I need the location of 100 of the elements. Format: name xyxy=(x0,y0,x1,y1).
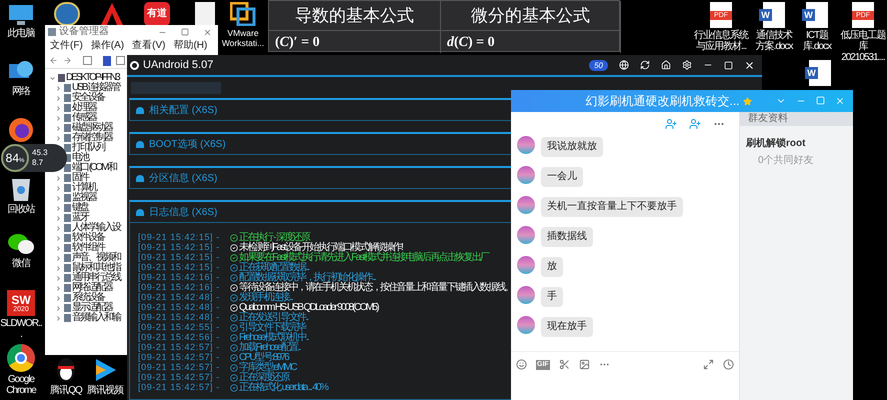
tree-item[interactable]: 蓝牙 xyxy=(72,213,88,223)
tree-item[interactable]: 通用串行总线 xyxy=(72,273,120,283)
chevron-right-icon[interactable] xyxy=(55,204,62,212)
desktop-icon-label[interactable]: VMware Workstati... xyxy=(218,28,268,48)
tree-item[interactable]: 键盘 xyxy=(72,203,88,213)
avatar[interactable] xyxy=(517,256,535,274)
scissors-icon[interactable] xyxy=(558,359,570,370)
globe-icon[interactable] xyxy=(619,60,629,70)
tree-item[interactable]: USB 连接器管 xyxy=(72,83,120,93)
desktop-icon-label[interactable]: 此电脑 xyxy=(8,28,34,39)
log-timestamp: [09-21 15:42:48] - xyxy=(138,312,221,324)
window-title: 设备管理器 xyxy=(59,27,109,37)
tree-item[interactable]: 人体学输入设 xyxy=(72,223,120,233)
log-message: 正在执行 - 深度还原 xyxy=(239,233,310,243)
log-timestamp: [09-21 15:42:16] - xyxy=(138,272,221,284)
desktop-icon-label[interactable]: ICT题库.docx xyxy=(797,30,837,52)
desktop-icon-label[interactable]: 腾讯视频 xyxy=(87,385,123,396)
section-title[interactable]: 相关配置 (X6S) xyxy=(149,103,218,118)
add-person-icon[interactable] xyxy=(689,118,701,130)
chevron-right-icon[interactable] xyxy=(55,244,62,252)
tree-item[interactable]: 网络适配器 xyxy=(72,283,112,293)
chevron-right-icon[interactable] xyxy=(55,104,62,112)
avatar[interactable] xyxy=(517,166,535,184)
refresh-icon[interactable] xyxy=(640,60,650,70)
tree-item[interactable]: 计算机 xyxy=(72,183,96,193)
chevron-right-icon[interactable] xyxy=(55,234,62,242)
desktop-icon-label[interactable]: 腾讯QQ xyxy=(50,385,82,396)
chevron-right-icon[interactable] xyxy=(55,184,62,192)
avatar[interactable] xyxy=(517,136,535,154)
chevron-right-icon[interactable] xyxy=(55,174,62,182)
chevron-right-icon[interactable] xyxy=(55,214,62,222)
chevron-right-icon[interactable] xyxy=(55,314,62,322)
desktop-icon-label[interactable]: 低压电工题库20210531.... xyxy=(840,30,886,63)
tree-item[interactable]: 软件设备 xyxy=(72,233,104,243)
log-message: 引导文件下载完毕 xyxy=(239,323,306,333)
chevron-right-icon[interactable] xyxy=(55,84,62,92)
desktop-icon-label[interactable]: 网络 xyxy=(12,86,30,97)
chevron-right-icon[interactable] xyxy=(55,274,62,282)
tree-item[interactable]: 系统设备 xyxy=(72,293,104,303)
tree-item[interactable]: 传感器 xyxy=(72,113,96,123)
desktop-icon-label[interactable]: Google Chrome xyxy=(0,374,42,396)
avatar[interactable] xyxy=(517,226,535,244)
member-name[interactable]: 刷机解锁root xyxy=(746,136,853,151)
tree-item[interactable]: 打印队列 xyxy=(72,143,104,153)
menu-item[interactable]: 查看(V) xyxy=(132,41,166,51)
tree-item[interactable]: 安全设备 xyxy=(72,93,104,103)
chevron-right-icon[interactable] xyxy=(55,254,62,262)
close-icon[interactable] xyxy=(744,60,755,70)
section-title[interactable]: BOOT选项 (X6S) xyxy=(149,137,226,152)
log-message: 配置数据获取完毕，执行初始化操作... xyxy=(239,273,376,283)
section-title[interactable]: 分区信息 (X6S) xyxy=(149,171,218,186)
add-person-icon[interactable] xyxy=(665,118,677,130)
chevron-right-icon[interactable] xyxy=(55,134,62,142)
tree-item[interactable]: 鼠标和其他指 xyxy=(72,263,120,273)
tree-item[interactable]: 电池 xyxy=(72,153,88,163)
settings-icon[interactable] xyxy=(682,60,692,70)
chevron-right-icon[interactable] xyxy=(55,294,62,302)
desktop-icon-label[interactable]: 行业信息系统与应用教材... xyxy=(692,30,750,52)
history-icon[interactable] xyxy=(723,359,734,370)
chevron-right-icon[interactable] xyxy=(55,284,62,292)
chevron-down-icon[interactable] xyxy=(49,74,56,82)
chevron-right-icon[interactable] xyxy=(55,124,62,132)
tree-item[interactable]: 处理器 xyxy=(72,103,96,113)
chevron-right-icon[interactable] xyxy=(55,114,62,122)
tree-item[interactable]: 声音、视频和 xyxy=(72,253,120,263)
home-icon[interactable] xyxy=(661,60,671,70)
tree-item[interactable]: 磁盘驱动器 xyxy=(72,123,112,133)
tree-item[interactable]: 端口 (COM 和 xyxy=(72,163,116,173)
expand-icon[interactable] xyxy=(703,359,714,370)
avatar[interactable] xyxy=(517,316,535,334)
menu-item[interactable]: 文件(F) xyxy=(50,41,83,51)
count-badge[interactable]: 50 xyxy=(589,60,608,70)
menu-item[interactable]: 操作(A) xyxy=(90,41,124,51)
tree-item[interactable]: 监视器 xyxy=(72,193,96,203)
desktop-icon-label[interactable]: 通信技术方案.docx xyxy=(752,30,796,52)
desktop-icon-label[interactable]: 微信 xyxy=(12,258,30,269)
back-arrow-icon[interactable] xyxy=(49,56,58,65)
section-title[interactable]: 日志信息 (X6S) xyxy=(149,204,218,220)
avatar[interactable] xyxy=(517,196,535,214)
log-timestamp: [09-21 15:42:57] - xyxy=(138,382,221,394)
tree-item[interactable]: 显示适配器 xyxy=(72,303,112,313)
tree-item[interactable]: DESKTOP-IFFN3 xyxy=(66,73,119,83)
avatar[interactable] xyxy=(517,286,535,304)
chevron-right-icon[interactable] xyxy=(55,194,62,202)
tree-item[interactable]: 存储控制器 xyxy=(72,133,112,143)
forward-arrow-icon[interactable] xyxy=(63,56,72,65)
menu-item[interactable]: 帮助(H) xyxy=(173,41,208,51)
log-message: 如果要在Fast模式执行请先进入Fast模式并连接电脑后再点击恢复出厂 xyxy=(239,253,488,263)
desktop-icon-label[interactable]: 回收站 xyxy=(8,204,34,215)
emoji-icon[interactable] xyxy=(516,359,527,370)
chevron-right-icon[interactable] xyxy=(55,94,62,102)
tree-item[interactable]: 音频输入和输 xyxy=(72,313,120,323)
chevron-right-icon[interactable] xyxy=(55,264,62,272)
chevron-right-icon[interactable] xyxy=(55,224,62,232)
tree-item[interactable]: 软件组件 xyxy=(72,243,104,253)
desktop-icon-label[interactable]: SLDWOR... xyxy=(0,318,42,340)
image-icon[interactable] xyxy=(578,359,590,370)
slide-header: 导数的基本公式 xyxy=(269,1,441,31)
tree-item[interactable]: 固件 xyxy=(72,173,88,183)
chevron-right-icon[interactable] xyxy=(55,304,62,312)
